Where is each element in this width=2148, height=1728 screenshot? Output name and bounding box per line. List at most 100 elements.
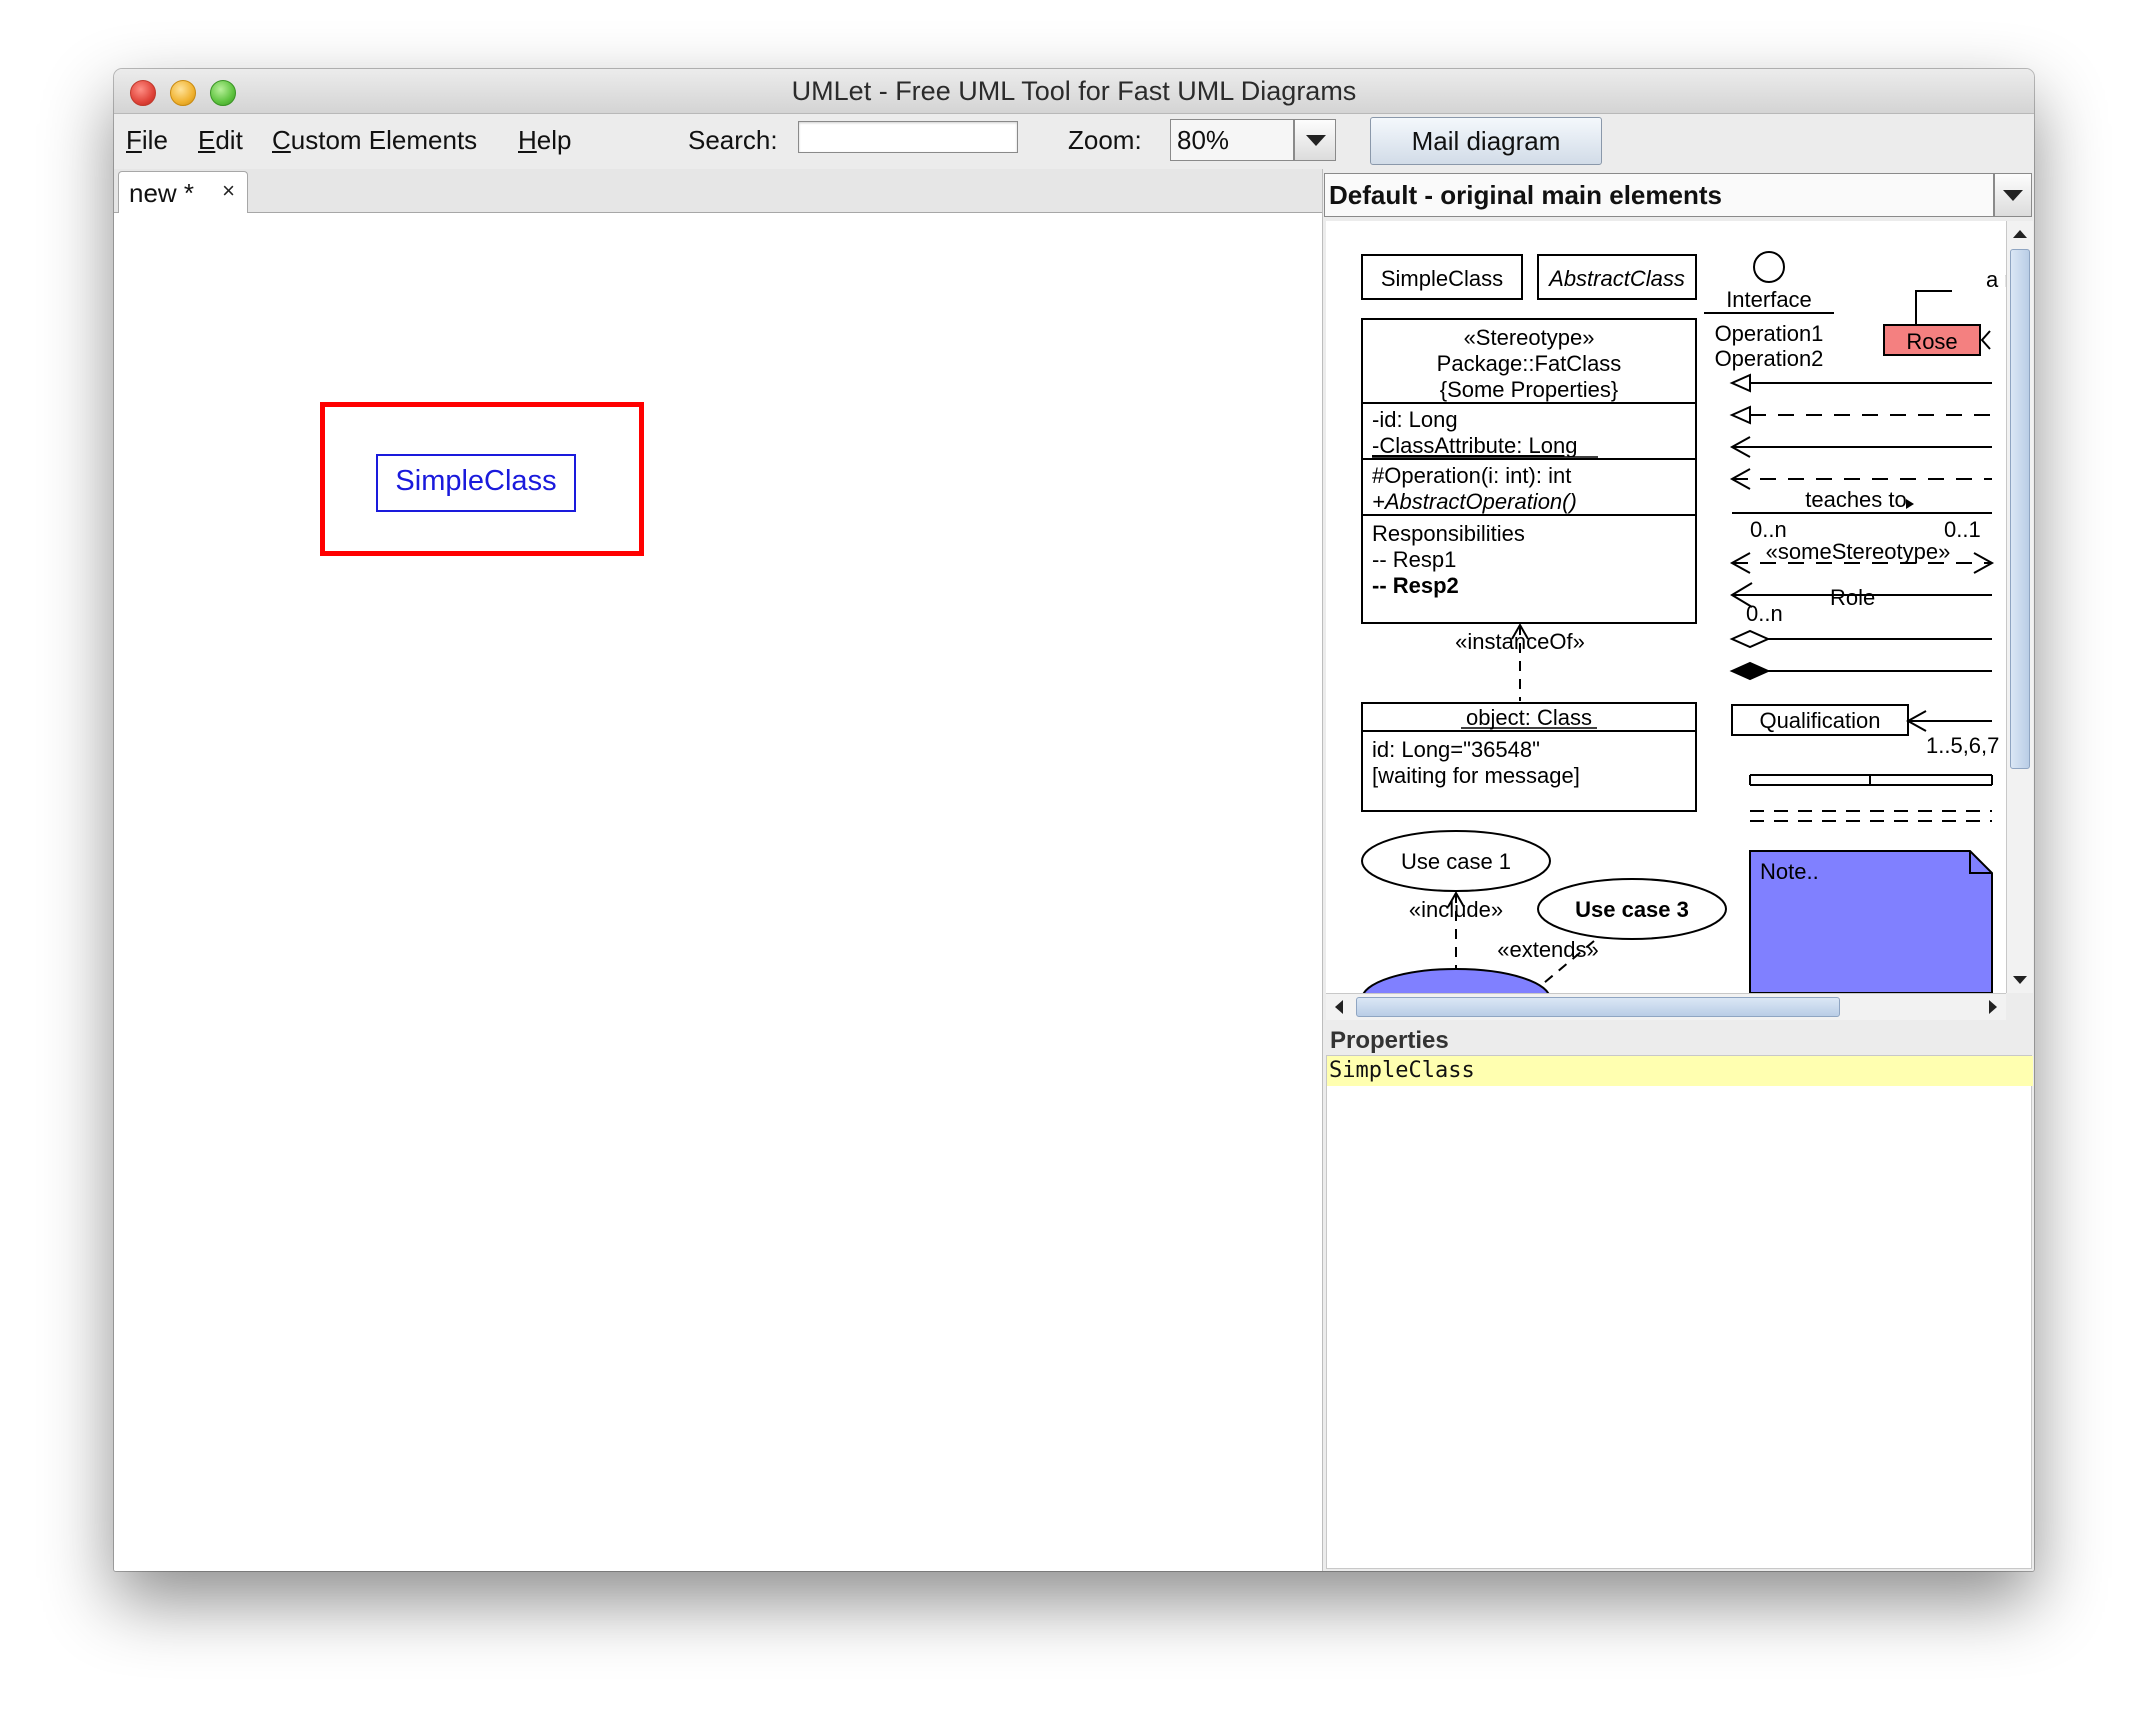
palette-object-state: [waiting for message] — [1372, 763, 1580, 788]
palette-fat-op2: +AbstractOperation() — [1372, 489, 1577, 514]
palette-object-name: object: Class — [1466, 705, 1592, 730]
palette-usecase-2-partial[interactable] — [1362, 968, 1550, 993]
palette-dropdown-arrow-icon[interactable] — [1994, 173, 2032, 217]
menu-custom-mnemonic: C — [272, 125, 291, 155]
palette-qualification-relation[interactable]: Qualification 1..5,6,7 — [1731, 704, 1999, 758]
palette-aggregation-relation[interactable] — [1729, 629, 1992, 649]
palette-fat-attr2: -ClassAttribute: Long — [1372, 433, 1577, 458]
zoom-select[interactable]: 80% — [1170, 119, 1294, 161]
menu-edit-label: dit — [215, 125, 243, 155]
palette-fat-attr1: -id: Long — [1372, 407, 1458, 432]
palette-fat-resp-title: Responsibilities — [1372, 521, 1525, 546]
tab-new[interactable]: new * × — [118, 171, 248, 213]
palette-realization-relation[interactable] — [1729, 405, 1992, 425]
palette-elements: SimpleClass AbstractClass Interface Oper… — [1361, 251, 2006, 993]
palette-teaches-relation[interactable]: teaches to 0..n 0..1 — [1732, 487, 1992, 542]
palette-instanceof-label: «instanceOf» — [1455, 629, 1585, 654]
palette-stereotype-label: «someStereotype» — [1766, 539, 1951, 564]
palette-object-attr: id: Long="36548" — [1372, 737, 1540, 762]
palette-simple-class[interactable]: SimpleClass — [1361, 254, 1523, 300]
palette-abstract-class[interactable]: AbstractClass — [1537, 254, 1697, 300]
palette-interface[interactable]: Interface Operation1 Operation2 — [1704, 251, 1834, 371]
palette-rose-edge-label: a r — [1986, 267, 2006, 292]
palette-role-relation[interactable]: 0..n Role — [1730, 582, 1992, 626]
properties-text[interactable]: SimpleClass — [1327, 1056, 2033, 1086]
mail-diagram-button[interactable]: Mail diagram — [1370, 117, 1602, 165]
palette-extends-label: «extends» — [1497, 937, 1599, 962]
palette-abstract-class-label: AbstractClass — [1547, 266, 1685, 291]
palette-fat-props: {Some Properties} — [1440, 377, 1619, 402]
menu-help-label: elp — [536, 125, 572, 155]
palette-note[interactable]: Note.. — [1749, 850, 1993, 993]
palette-fat-op1: #Operation(i: int): int — [1372, 463, 1571, 488]
palette-fat-stereotype: «Stereotype» — [1464, 325, 1595, 350]
palette-qual-mult: 1..5,6,7 — [1926, 733, 1999, 758]
palette-vertical-scrollbar[interactable] — [2006, 221, 2033, 993]
search-input[interactable] — [798, 121, 1018, 153]
scroll-down-glyph — [2013, 976, 2027, 984]
scroll-up-icon[interactable] — [2007, 221, 2033, 247]
diagram-editor[interactable]: new * × SimpleClass — [114, 169, 1323, 1571]
menu-help-mnemonic: H — [518, 125, 537, 155]
palette-include-relation[interactable]: «include» — [1409, 890, 1503, 971]
palette-role-mult: 0..n — [1746, 601, 1783, 626]
palette-fat-class[interactable]: «Stereotype» Package::FatClass {Some Pro… — [1361, 318, 1697, 624]
palette-interface-op1: Operation1 — [1715, 321, 1824, 346]
palette-role-label: Role — [1830, 585, 1875, 610]
palette-instanceof-relation[interactable]: «instanceOf» — [1455, 622, 1585, 701]
palette-teaches-label: teaches to — [1805, 487, 1907, 512]
scroll-left-glyph — [1335, 1000, 1343, 1014]
palette-rose-label: Rose — [1906, 329, 1957, 354]
scroll-down-icon[interactable] — [2007, 967, 2033, 993]
menu-custom-elements[interactable]: Custom Elements — [272, 122, 477, 158]
palette-double-dashed-line[interactable] — [1750, 810, 1992, 822]
scroll-right-glyph — [1989, 1000, 1997, 1014]
app-window: UMLet - Free UML Tool for Fast UML Diagr… — [114, 69, 2034, 1571]
tab-close-icon[interactable]: × — [222, 178, 235, 204]
palette-panel: Default - original main elements SimpleC… — [1324, 169, 2034, 1571]
palette-rose[interactable]: a r Rose — [1883, 267, 2006, 356]
vertical-scroll-thumb[interactable] — [2010, 249, 2030, 769]
palette-simple-class-label: SimpleClass — [1381, 266, 1503, 291]
palette-fat-name: Package::FatClass — [1437, 351, 1622, 376]
tab-label: new * — [129, 178, 195, 208]
palette-composition-relation[interactable] — [1729, 661, 1992, 681]
palette-usecase3-label: Use case 3 — [1575, 897, 1689, 922]
palette-dependency-relation[interactable] — [1729, 468, 1992, 490]
palette-note-label: Note.. — [1760, 859, 1819, 884]
palette-interface-name: Interface — [1726, 287, 1812, 312]
palette-interface-op2: Operation2 — [1715, 346, 1824, 371]
zoom-dropdown-arrow-icon[interactable] — [1294, 119, 1336, 161]
palette-horizontal-scrollbar[interactable] — [1326, 993, 2006, 1020]
palette-object[interactable]: object: Class id: Long="36548" [waiting … — [1361, 702, 1697, 812]
palette-double-line[interactable] — [1749, 774, 1993, 786]
menu-edit[interactable]: Edit — [198, 122, 243, 158]
search-label: Search: — [688, 125, 778, 155]
palette-fat-resp2: -- Resp2 — [1372, 573, 1459, 598]
scroll-right-icon[interactable] — [1980, 994, 2006, 1020]
palette-usecase-1[interactable]: Use case 1 — [1361, 830, 1551, 892]
palette-fat-resp1: -- Resp1 — [1372, 547, 1456, 572]
properties-label: Properties — [1330, 1027, 1449, 1054]
menu-file-label: ile — [141, 125, 168, 155]
properties-editor[interactable]: SimpleClass — [1326, 1055, 2033, 1569]
palette-view: SimpleClass AbstractClass Interface Oper… — [1326, 221, 2006, 993]
window-title: UMLet - Free UML Tool for Fast UML Diagr… — [791, 76, 1357, 106]
palette-generalization-relation[interactable] — [1729, 373, 1992, 393]
menu-help[interactable]: Help — [518, 122, 571, 158]
horizontal-scroll-thumb[interactable] — [1356, 997, 1840, 1017]
canvas-simple-class[interactable]: SimpleClass — [376, 454, 576, 512]
menu-bar: File Edit Custom Elements Help Search: Z… — [114, 114, 2034, 166]
palette-stereotype-relation[interactable]: «someStereotype» — [1729, 539, 1995, 574]
palette-usecase1-label: Use case 1 — [1401, 849, 1511, 874]
scroll-left-icon[interactable] — [1326, 994, 1352, 1020]
palette-association-relation[interactable] — [1729, 436, 1992, 458]
palette-qualification-label: Qualification — [1759, 708, 1880, 733]
palette-select[interactable]: Default - original main elements — [1324, 173, 1994, 217]
scroll-up-glyph — [2013, 230, 2027, 238]
title-bar: UMLet - Free UML Tool for Fast UML Diagr… — [114, 69, 2034, 114]
palette-usecase-3[interactable]: Use case 3 — [1537, 878, 1727, 940]
menu-file[interactable]: File — [126, 122, 168, 158]
zoom-label: Zoom: — [1068, 125, 1142, 155]
menu-file-mnemonic: F — [126, 125, 142, 155]
